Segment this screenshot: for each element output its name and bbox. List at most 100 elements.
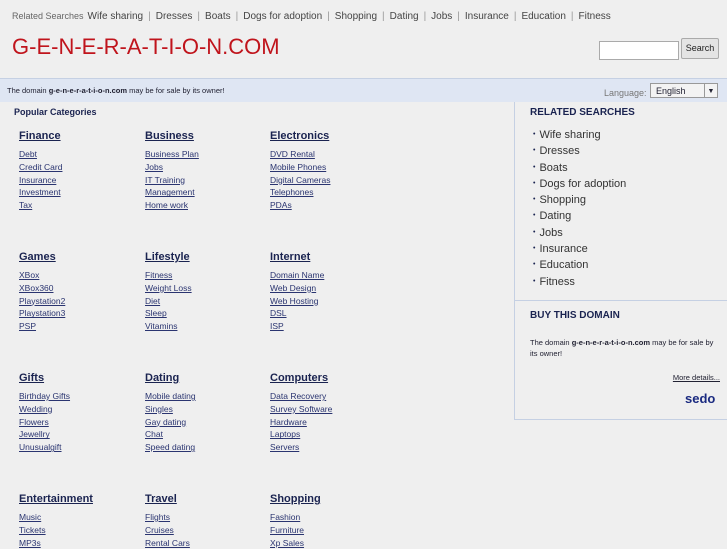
related-search-link[interactable]: Wife sharing [533,127,626,143]
category-title[interactable]: Entertainment [19,493,139,505]
category-link[interactable]: Music [19,511,139,524]
category-link[interactable]: Diet [145,295,265,308]
category-link[interactable]: Fashion [270,511,390,524]
category-link[interactable]: Cruises [145,524,265,537]
category-link[interactable]: Playstation2 [19,295,139,308]
related-search-link[interactable]: Shopping [533,192,626,208]
category-title[interactable]: Electronics [270,130,390,142]
sedo-logo[interactable]: sedo [685,391,715,406]
category-title[interactable]: Travel [145,493,265,505]
site-logo[interactable]: G-E-N-E-R-A-T-I-O-N.COM [12,34,280,60]
category-link[interactable]: Playstation3 [19,307,139,320]
buy-text: The domain g-e-n-e-r-a-t-i-o-n.com may b… [530,337,720,359]
category-link[interactable]: Laptops [270,428,390,441]
related-search-link[interactable]: Boats [533,160,626,176]
related-search-link[interactable]: Insurance [533,241,626,257]
top-search-link[interactable]: Dresses [156,11,193,22]
category-link[interactable]: XBox360 [19,282,139,295]
category-link[interactable]: Digital Cameras [270,174,390,187]
top-search-link[interactable]: Jobs [431,11,452,22]
category-link[interactable]: Flowers [19,416,139,429]
related-search-link[interactable]: Dogs for adoption [533,176,626,192]
top-search-link[interactable]: Dogs for adoption [243,11,322,22]
more-details-link[interactable]: More details... [673,373,720,382]
category-link[interactable]: Furniture [270,524,390,537]
category-link[interactable]: Gay dating [145,416,265,429]
category-link[interactable]: Chat [145,428,265,441]
top-search-link[interactable]: Wife sharing [88,11,144,22]
category-games: Games XBox XBox360 Playstation2 Playstation3… [19,251,139,333]
category-link[interactable]: Hardware [270,416,390,429]
category-link[interactable]: Tickets [19,524,139,537]
category-link[interactable]: Vitamins [145,320,265,333]
category-link[interactable]: Business Plan [145,148,265,161]
related-search-link[interactable]: Jobs [533,225,626,241]
category-title[interactable]: Business [145,130,265,142]
category-title[interactable]: Internet [270,251,390,263]
category-link[interactable]: PDAs [270,199,390,212]
top-search-link[interactable]: Dating [390,11,419,22]
category-title[interactable]: Games [19,251,139,263]
category-link[interactable]: Jobs [145,161,265,174]
category-link[interactable]: Mobile dating [145,390,265,403]
category-link[interactable]: DVD Rental [270,148,390,161]
category-link[interactable]: Singles [145,403,265,416]
category-link[interactable]: Survey Software [270,403,390,416]
top-search-link[interactable]: Shopping [335,11,377,22]
category-title[interactable]: Shopping [270,493,390,505]
category-link[interactable]: Mobile Phones [270,161,390,174]
category-link[interactable]: Debt [19,148,139,161]
category-link[interactable]: Credit Card [19,161,139,174]
category-title[interactable]: Gifts [19,372,139,384]
category-link[interactable]: Web Hosting [270,295,390,308]
category-link[interactable]: MP3s [19,537,139,549]
language-value: English [656,86,686,96]
category-link[interactable]: Insurance [19,174,139,187]
category-link[interactable]: ISP [270,320,390,333]
category-link[interactable]: Speed dating [145,441,265,454]
category-link[interactable]: Unusualgift [19,441,139,454]
category-link[interactable]: Home work [145,199,265,212]
search-input[interactable] [599,41,679,60]
related-search-link[interactable]: Dresses [533,143,626,159]
category-link[interactable]: Tax [19,199,139,212]
category-link[interactable]: Wedding [19,403,139,416]
category-title[interactable]: Computers [270,372,390,384]
category-link[interactable]: Web Design [270,282,390,295]
category-title[interactable]: Lifestyle [145,251,265,263]
category-link[interactable]: XBox [19,269,139,282]
category-link[interactable]: IT Training [145,174,265,187]
category-electronics: Electronics DVD Rental Mobile Phones Digita… [270,130,390,212]
category-title[interactable]: Dating [145,372,265,384]
top-search-link[interactable]: Fitness [579,11,611,22]
separator: | [457,11,460,22]
search-button[interactable]: Search [681,38,719,59]
category-link[interactable]: Domain Name [270,269,390,282]
related-search-link[interactable]: Education [533,257,626,273]
category-link[interactable]: Weight Loss [145,282,265,295]
category-link[interactable]: Data Recovery [270,390,390,403]
category-link[interactable]: Fitness [145,269,265,282]
category-link[interactable]: PSP [19,320,139,333]
related-search-link[interactable]: Fitness [533,274,626,290]
category-link[interactable]: Management [145,186,265,199]
top-search-link[interactable]: Insurance [465,11,509,22]
top-search-link[interactable]: Education [521,11,565,22]
category-link[interactable]: Birthday Gifts [19,390,139,403]
language-select[interactable]: English ▼ [650,83,718,98]
category-link[interactable]: DSL [270,307,390,320]
category-link[interactable]: Investment [19,186,139,199]
category-link[interactable]: Sleep [145,307,265,320]
category-link[interactable]: Servers [270,441,390,454]
related-search-link[interactable]: Dating [533,208,626,224]
category-link[interactable]: Telephones [270,186,390,199]
top-search-link[interactable]: Boats [205,11,231,22]
notice-domain: g-e-n-e-r-a-t-i-o-n.com [48,86,128,95]
category-title[interactable]: Finance [19,130,139,142]
chevron-down-icon[interactable]: ▼ [704,84,717,97]
category-link[interactable]: Xp Sales [270,537,390,549]
category-link[interactable]: Rental Cars [145,537,265,549]
buy-domain: g-e-n-e-r-a-t-i-o-n.com [571,338,651,347]
category-link[interactable]: Jewellry [19,428,139,441]
category-link[interactable]: Flights [145,511,265,524]
